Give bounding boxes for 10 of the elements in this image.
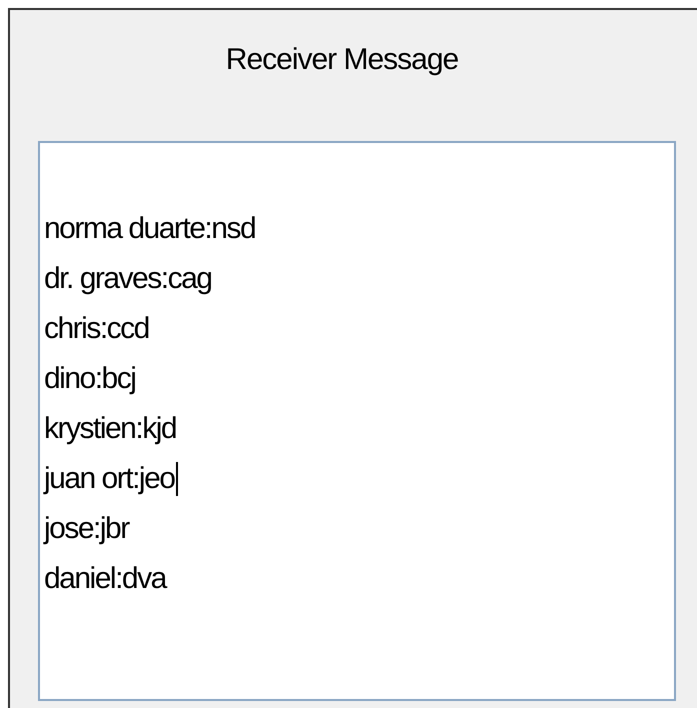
message-line: dr. graves:cag [44,261,212,297]
message-line: dino:bcj [44,361,136,397]
message-line: jose:jbr [44,511,129,547]
message-line: krystien:kjd [44,411,176,447]
message-field[interactable]: norma duarte:nsd dr. graves:cag chris:ccd dino:bcj krystien:kjd juan ort:jeo jose:jbr daniel:dva [38,141,676,701]
window-title: Receiver Message [224,43,460,77]
message-line: daniel:dva [44,561,166,597]
message-line: norma duarte:nsd [44,211,256,247]
message-line: chris:ccd [44,311,149,347]
message-line: juan ort:jeo [44,461,174,497]
